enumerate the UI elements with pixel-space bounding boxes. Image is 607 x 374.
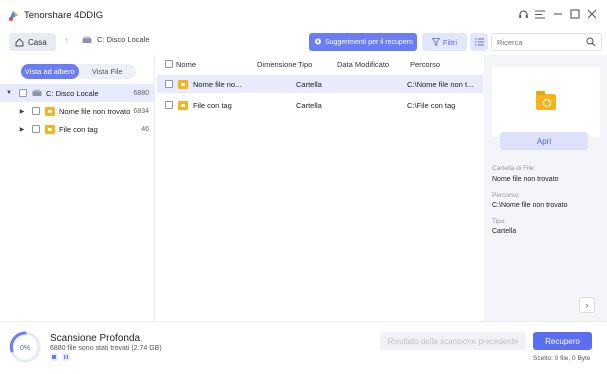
details-panel: Apri Cartella di File: Nome file non tro…	[484, 55, 607, 321]
minimize-icon[interactable]	[550, 6, 566, 22]
tree-item-label: C: Disco Locale	[46, 88, 99, 98]
row-name: File con tag	[193, 100, 232, 110]
title-bar: Tenorshare 4DDIG	[0, 0, 607, 30]
tree-item-tagged[interactable]: ▶ File con tag 46	[0, 120, 155, 138]
checkbox[interactable]	[19, 89, 27, 97]
menu-icon[interactable]	[532, 6, 548, 22]
folder-icon	[178, 80, 188, 89]
toolbar: Casa ↑ C: Disco Locale Suggerimenti per …	[0, 30, 607, 55]
up-arrow-icon[interactable]: ↑	[64, 35, 69, 45]
lightbulb-icon	[315, 38, 321, 45]
tree-item-count: 6880	[133, 89, 149, 97]
column-name[interactable]: Nome	[176, 55, 196, 73]
pause-icon[interactable]	[62, 353, 70, 361]
file-list-header: Nome Dimensione Tipo Data Modificato Per…	[157, 55, 483, 73]
search-input[interactable]	[497, 34, 587, 50]
drive-icon	[82, 36, 92, 43]
sidebar: Vista ad albero Vista File ▼ C: Disco Lo…	[0, 55, 155, 321]
preview-area	[492, 67, 600, 137]
selection-info: Scelto: 0 file, 0 Byte	[533, 355, 591, 362]
home-icon	[15, 37, 24, 46]
checkbox[interactable]	[32, 125, 40, 133]
maximize-icon[interactable]	[567, 6, 583, 22]
progress-value: 0%	[20, 345, 30, 352]
table-row[interactable]: Nome file no... Cartella C:\Nome file no…	[157, 75, 483, 93]
column-size[interactable]: Dimensione	[257, 55, 297, 73]
suggestions-label: Suggerimenti per il recupero	[325, 38, 413, 46]
filter-button[interactable]: Filtri	[422, 33, 467, 51]
type-label: Tipo:	[492, 218, 507, 225]
suggestions-button[interactable]: Suggerimenti per il recupero	[309, 33, 417, 51]
tree-item-label: Nome file non trovato	[59, 106, 131, 116]
scan-title: Scansione Profonda	[50, 333, 141, 344]
column-date[interactable]: Data Modificato	[337, 55, 389, 73]
home-label: Casa	[28, 37, 47, 47]
filter-label: Filtri	[442, 37, 458, 47]
search-icon[interactable]	[586, 37, 596, 47]
recover-button[interactable]: Recupero	[533, 332, 592, 350]
checkbox[interactable]	[32, 107, 40, 115]
headset-icon[interactable]	[515, 6, 531, 22]
caret-right-icon[interactable]: ▶	[18, 108, 26, 115]
row-checkbox[interactable]	[165, 101, 173, 109]
filter-icon	[431, 38, 440, 46]
home-button[interactable]: Casa	[9, 33, 56, 51]
tree-item-label: File con tag	[59, 124, 98, 134]
table-row[interactable]: File con tag Cartella C:\File con tag	[157, 96, 483, 114]
status-bar: 0% Scansione Profonda 6880 file sono sta…	[0, 321, 607, 374]
column-path[interactable]: Percorso	[410, 55, 440, 73]
tree-item-count: 6834	[133, 107, 149, 115]
folder-label: Cartella di File:	[492, 165, 536, 172]
row-path: C:\Nome file non t...	[407, 79, 474, 89]
progress-ring: 0%	[9, 331, 41, 363]
next-arrow-icon[interactable]: ›	[579, 297, 595, 313]
tree-item-count: 46	[141, 125, 149, 133]
path-label: C: Disco Locale	[97, 35, 150, 44]
folder-preview-icon	[536, 91, 556, 110]
previous-scan-button[interactable]: Risultato della scansione precedente	[380, 332, 526, 350]
path-label: Percorso:	[492, 192, 520, 199]
folder-icon	[45, 106, 55, 116]
row-type: Cartella	[296, 100, 322, 110]
tree-item-not-found[interactable]: ▶ Nome file non trovato 6834	[0, 102, 155, 120]
breadcrumb: C: Disco Locale	[82, 35, 150, 44]
app-title: Tenorshare 4DDIG	[24, 10, 104, 21]
search-box	[491, 33, 602, 51]
tab-file-view[interactable]: Vista File	[79, 64, 137, 79]
select-all-checkbox[interactable]	[165, 60, 173, 68]
row-type: Cartella	[296, 79, 322, 89]
tab-tree-view[interactable]: Vista ad albero	[21, 64, 79, 79]
tree-item-drive[interactable]: ▼ C: Disco Locale 6880	[0, 84, 155, 102]
view-toggle: Vista ad albero Vista File	[21, 64, 136, 79]
stop-icon[interactable]	[50, 353, 58, 361]
row-path: C:\File con tag	[407, 100, 456, 110]
path-value: C:\Nome file non trovato	[492, 202, 568, 209]
app-logo-icon	[9, 11, 18, 21]
drive-icon	[32, 89, 42, 96]
caret-down-icon[interactable]: ▼	[5, 90, 13, 96]
row-name: Nome file no...	[193, 79, 242, 89]
row-checkbox[interactable]	[165, 80, 173, 88]
close-icon[interactable]	[584, 6, 600, 22]
type-value: Cartella	[492, 228, 517, 235]
scan-subtitle: 6880 file sono stati trovati (2.74 GB)	[50, 345, 162, 352]
caret-right-icon[interactable]: ▶	[18, 126, 26, 133]
list-view-button[interactable]	[470, 33, 488, 51]
column-type[interactable]: Tipo	[298, 55, 312, 73]
tag-folder-icon	[45, 124, 55, 134]
open-button[interactable]: Apri	[500, 132, 588, 150]
folder-value: Nome file non trovato	[492, 176, 559, 183]
list-icon	[474, 38, 484, 46]
tag-folder-icon	[178, 101, 188, 110]
